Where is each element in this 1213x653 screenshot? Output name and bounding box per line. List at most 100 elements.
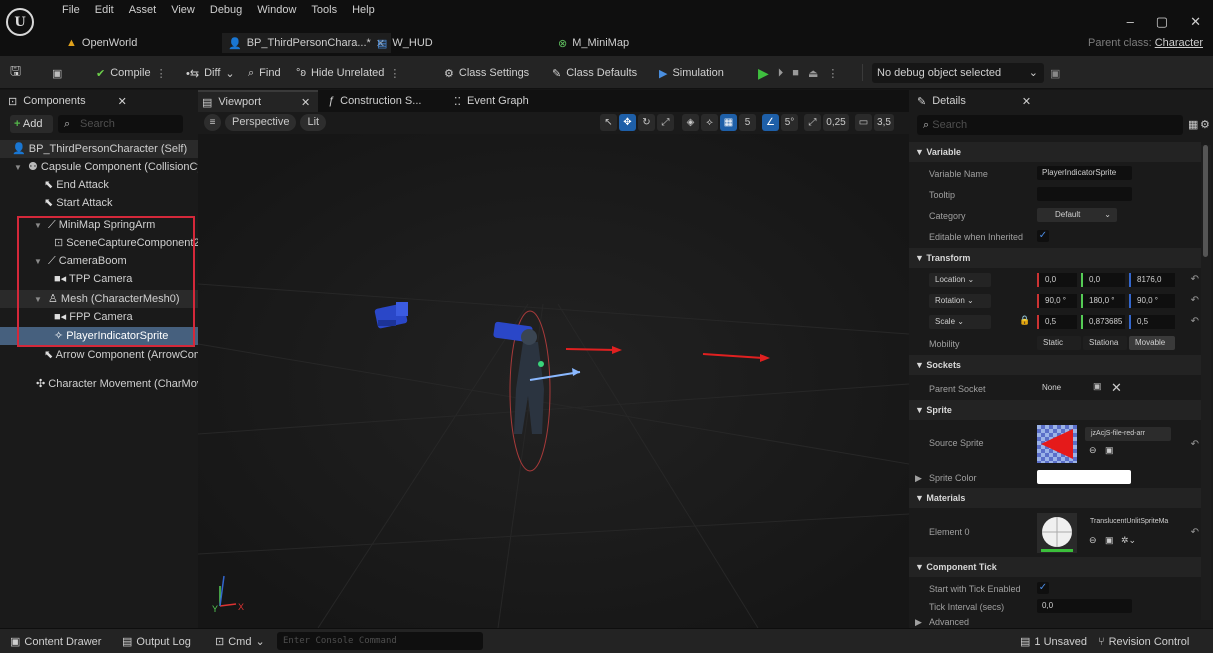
angle-snap-value[interactable]: 5° (781, 114, 798, 131)
tree-item-scenecapture[interactable]: ⊡ SceneCaptureComponent2D (0, 234, 198, 252)
debug-object-select[interactable]: No debug object selected ⌄ (872, 63, 1044, 83)
add-component-button[interactable]: + Add (10, 115, 53, 133)
browse-asset-icon[interactable]: ▣ (1105, 535, 1114, 546)
compile-options-icon[interactable]: ⋮ (156, 67, 167, 80)
lock-icon[interactable]: 🔒 (1019, 315, 1030, 326)
camera-speed-icon[interactable]: ▭ (855, 114, 872, 131)
section-sockets[interactable]: ▼ Sockets (909, 355, 1201, 375)
hamburger-menu-icon[interactable]: ≡ (204, 114, 221, 131)
location-x-field[interactable]: 0,0 (1037, 273, 1077, 287)
revision-control-button[interactable]: ⑂ Revision Control (1098, 634, 1189, 649)
debug-browse-icon[interactable]: ▣ (1050, 64, 1060, 82)
menu-asset[interactable]: Asset (125, 3, 168, 18)
rotation-z-field[interactable]: 90,0 ° (1129, 294, 1175, 308)
details-search-input[interactable]: ⌕ Search (917, 115, 1183, 135)
browse-icon[interactable]: ▣ (52, 64, 62, 82)
category-dropdown[interactable]: Default ⌄ (1037, 208, 1117, 222)
collapse-arrow-icon[interactable]: ▼ (34, 295, 42, 304)
reset-arrow-icon[interactable]: ↶ (1191, 316, 1199, 327)
tooltip-field[interactable] (1037, 187, 1132, 201)
simulation-button[interactable]: ▶ Simulation (659, 64, 724, 82)
cmd-button[interactable]: ⊡ Cmd ⌄ (215, 634, 265, 649)
components-search-input[interactable]: ⌕ Search (58, 115, 183, 133)
tab-viewport[interactable]: ▤ Viewport ✕ (198, 90, 318, 112)
step-icon[interactable]: ⏵ (778, 67, 784, 80)
menu-view[interactable]: View (167, 3, 206, 18)
camera-speed-value[interactable]: 3,5 (874, 114, 894, 131)
parent-class-link[interactable]: Character (1155, 37, 1203, 49)
menu-tools[interactable]: Tools (307, 3, 348, 18)
use-selected-icon[interactable]: ⊖ (1089, 445, 1097, 456)
reset-arrow-icon[interactable]: ↶ (1191, 295, 1199, 306)
menu-edit[interactable]: Edit (91, 3, 125, 18)
sprite-thumbnail[interactable] (1037, 425, 1077, 463)
surface-snap-icon[interactable]: ⟡ (701, 114, 718, 131)
mobility-static-option[interactable]: Static (1037, 336, 1081, 350)
tree-item-capsule[interactable]: ▼ ⚉ Capsule Component (CollisionCylinder… (0, 158, 198, 176)
location-dropdown[interactable]: Location ⌄ (929, 273, 991, 287)
reset-arrow-icon[interactable]: ↶ (1191, 527, 1199, 538)
location-y-field[interactable]: 0,0 (1081, 273, 1125, 287)
tab-construction-script[interactable]: ƒ Construction S... (324, 90, 421, 112)
rotation-y-field[interactable]: 180,0 ° (1081, 294, 1125, 308)
minimize-button[interactable]: – (1127, 14, 1134, 30)
menu-window[interactable]: Window (253, 3, 307, 18)
close-icon[interactable]: ✕ (301, 96, 310, 109)
class-defaults-button[interactable]: ✎ Class Defaults (552, 64, 637, 82)
element0-value[interactable]: TranslucentUnlitSpriteMa (1085, 515, 1177, 529)
tree-item-playerindicatorsprite[interactable]: ✧ PlayerIndicatorSprite (0, 327, 198, 345)
close-icon[interactable]: ✕ (118, 95, 127, 108)
section-materials[interactable]: ▼ Materials (909, 488, 1201, 508)
lit-button[interactable]: Lit (300, 114, 327, 131)
collapse-arrow-icon[interactable]: ▼ (14, 163, 22, 172)
tree-item-self[interactable]: 👤 BP_ThirdPersonCharacter (Self) (0, 140, 198, 158)
browse-socket-icon[interactable]: ▣ (1093, 381, 1102, 392)
scrollbar-thumb[interactable] (1203, 145, 1208, 257)
save-icon[interactable]: 🖫 (10, 63, 21, 82)
console-command-input[interactable]: Enter Console Command (277, 632, 483, 650)
close-window-button[interactable]: ✕ (1190, 14, 1201, 30)
hide-unrelated-button[interactable]: °ʚ Hide Unrelated ⋮ (296, 64, 400, 82)
maximize-button[interactable]: ▢ (1156, 14, 1168, 30)
world-local-icon[interactable]: ◈ (682, 114, 699, 131)
clear-socket-icon[interactable]: ✕ (1111, 380, 1122, 396)
details-tab[interactable]: ✎ Details ✕ (909, 90, 1032, 112)
compile-button[interactable]: ✔ Compile ⋮ (96, 64, 167, 82)
tick-interval-field[interactable]: 0,0 (1037, 599, 1132, 613)
tab-bp-thirdperson[interactable]: 👤 BP_ThirdPersonChara...* ✕ (222, 33, 392, 53)
rotate-icon[interactable]: ↻ (638, 114, 655, 131)
rotation-x-field[interactable]: 90,0 ° (1037, 294, 1077, 308)
tab-openworld[interactable]: ▲ OpenWorld (66, 34, 137, 52)
perspective-button[interactable]: Perspective (225, 114, 297, 131)
settings-gear-icon[interactable]: ⚙ (1200, 118, 1210, 131)
reset-arrow-icon[interactable]: ↶ (1191, 439, 1199, 450)
tree-item-character-movement[interactable]: ✣ Character Movement (CharMoveComp) (0, 375, 198, 393)
output-log-button[interactable]: ▤ Output Log (122, 634, 191, 649)
sprite-color-swatch[interactable] (1037, 470, 1131, 484)
editable-inherited-checkbox[interactable]: ✓ (1037, 230, 1049, 242)
use-selected-icon[interactable]: ⊖ (1089, 535, 1097, 546)
variable-name-field[interactable]: PlayerIndicatorSprite (1037, 166, 1132, 180)
unreal-logo-icon[interactable]: U (6, 8, 34, 36)
scale-icon[interactable]: ⤢ (657, 114, 674, 131)
source-sprite-dropdown[interactable]: jzAcjS-file-red-arr (1085, 427, 1171, 441)
parent-socket-value[interactable]: None (1037, 381, 1083, 395)
class-settings-button[interactable]: ⚙ Class Settings (444, 64, 529, 82)
close-icon[interactable]: ✕ (1022, 95, 1031, 108)
components-tab[interactable]: ⊡ Components ✕ (0, 90, 127, 112)
mobility-movable-option[interactable]: Movable (1129, 336, 1175, 350)
diff-button[interactable]: •⇆ Diff ⌄ (186, 64, 235, 82)
rotation-dropdown[interactable]: Rotation ⌄ (929, 294, 991, 308)
section-transform[interactable]: ▼ Transform (909, 248, 1201, 268)
browse-asset-icon[interactable]: ▣ (1105, 445, 1114, 456)
menu-help[interactable]: Help (348, 3, 386, 18)
3d-viewport-scene[interactable]: Y X (198, 134, 909, 628)
play-icon[interactable]: ▶ (758, 65, 769, 82)
location-z-field[interactable]: 8176,0 (1129, 273, 1175, 287)
tree-item-tpp-camera[interactable]: ■◂ TPP Camera (0, 270, 198, 288)
scale-x-field[interactable]: 0,5 (1037, 315, 1077, 329)
grid-snap-value[interactable]: 5 (739, 114, 756, 131)
tab-w-hud[interactable]: ▤ W_HUD (377, 34, 433, 52)
play-options-icon[interactable]: ⋮ (827, 67, 838, 80)
details-scrollbar[interactable] (1201, 145, 1211, 620)
